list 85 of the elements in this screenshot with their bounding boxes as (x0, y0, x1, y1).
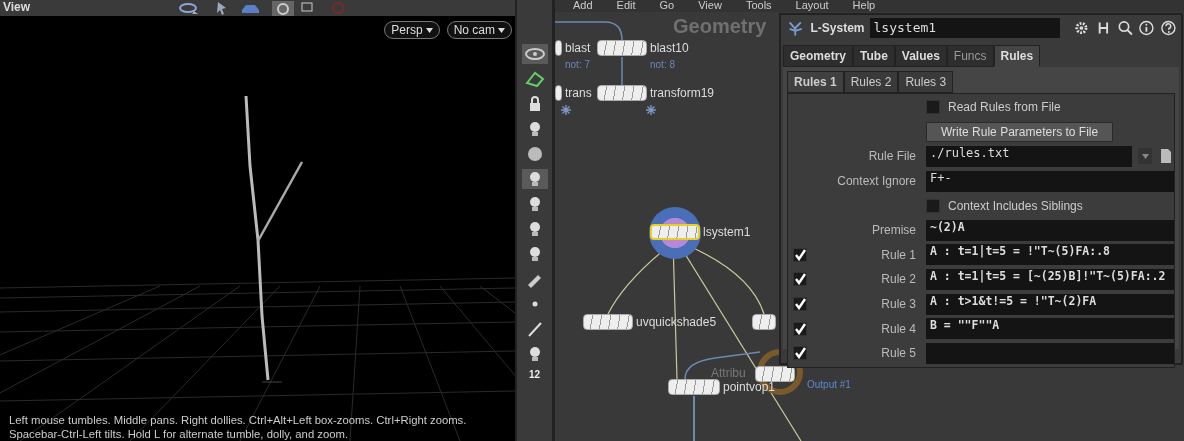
tab[interactable]: Rules 1 (787, 71, 844, 93)
count-label: 12 (528, 369, 541, 380)
checkbox[interactable] (793, 297, 807, 312)
dropdown-button[interactable] (1138, 148, 1152, 165)
checkbox-label: Context Includes Siblings (948, 198, 1083, 213)
node-label: Attribu (711, 366, 746, 380)
camera-menu[interactable]: No cam (446, 21, 512, 39)
wire (621, 56, 623, 86)
input-field[interactable]: A : t=1|t=5 = !"T~(5)FA:.8 (926, 244, 1174, 266)
input-field[interactable]: A : t>1&t!=5 = !"T~(2)FA (926, 293, 1174, 315)
tab[interactable]: Rules 3 (898, 71, 954, 93)
network-node[interactable] (597, 85, 647, 101)
node-label: transform19 (650, 86, 715, 100)
node-comment: not: 8 (650, 59, 676, 70)
checkbox[interactable] (793, 321, 807, 336)
parameter-label: Rule 3 (880, 297, 916, 312)
checkbox[interactable] (793, 346, 807, 361)
caret-icon (498, 27, 505, 33)
network-node[interactable] (755, 366, 795, 382)
parameter-label: Context Ignore (836, 174, 916, 189)
help-text: Left mouse tumbles. Middle pans. Right dollies. Ctrl+Alt+Left box-zooms. Ctrl+Right zooms. Spacebar-Ctrl-Left tilts. Hold L for alternate tumble, dolly, and zoom. (9, 413, 468, 441)
parameter-label: Rule 4 (880, 321, 916, 336)
write-button[interactable]: Write Rule Parameters to File (926, 121, 1114, 142)
checkbox-label: Read Rules from File (948, 100, 1061, 115)
parameter-label: Rule 5 (880, 346, 916, 361)
menu-item[interactable]: Edit (616, 0, 636, 12)
menu-item[interactable]: Tools (745, 0, 772, 12)
help-icon[interactable] (1160, 19, 1177, 37)
parameter-label: Rule 1 (880, 247, 916, 262)
tab[interactable]: Geometry (783, 45, 854, 67)
menu-item[interactable]: Add (573, 0, 593, 12)
output-label: Output #1 (807, 379, 851, 390)
network-editor[interactable] (552, 0, 1184, 441)
checkbox[interactable] (793, 272, 807, 287)
network-node[interactable] (752, 314, 776, 330)
network-node[interactable] (650, 224, 700, 240)
rotate-icon[interactable] (178, 1, 200, 15)
tab[interactable]: Rules (993, 45, 1041, 67)
input-field[interactable]: F+- (926, 170, 1174, 192)
file-icon[interactable] (1158, 148, 1174, 165)
network-node[interactable] (597, 40, 647, 56)
tab[interactable]: Values (894, 45, 947, 67)
node-label: pointvop1 (723, 380, 776, 394)
camera-menu[interactable]: Persp (384, 21, 440, 39)
menu-item[interactable]: Layout (795, 0, 829, 12)
menu-item[interactable]: Help (852, 0, 876, 12)
network-node[interactable] (668, 379, 720, 395)
pane-title: View (3, 0, 31, 14)
search-icon[interactable] (1116, 19, 1134, 37)
caret-icon (425, 27, 433, 33)
input-field[interactable]: A : t=1|t=5 = [~(25)B]!"T~(5)FA:.2 (926, 268, 1174, 290)
parameter-label: Rule 2 (880, 272, 916, 287)
tab[interactable]: Rules 2 (843, 71, 899, 93)
menu-item[interactable]: View (698, 0, 722, 12)
node-label: blast10 (650, 41, 689, 55)
node-comment: not: 7 (565, 59, 591, 70)
bulb-icon[interactable] (521, 169, 548, 189)
network-node[interactable] (583, 314, 633, 330)
viewport[interactable]: Persp No cam Left mouse tumbles. Middle pans. Right dollies. Ctrl+Alt+Left box-zooms. Ctrl+Right zooms. Spacebar-Ctrl-Left tilts. Hold L for alternate tumble, dolly, and zoom. (0, 16, 515, 441)
info-icon[interactable] (1138, 19, 1156, 37)
node-type: L-System (810, 21, 865, 35)
snap-icon[interactable] (272, 1, 294, 17)
wire (555, 21, 623, 41)
node-label: trans (565, 86, 592, 100)
snowflake-icon (561, 105, 571, 115)
parameter-label: Rule File (867, 149, 916, 164)
input-field[interactable] (926, 342, 1174, 364)
network-node[interactable] (555, 85, 562, 101)
node-label: lsystem1 (703, 225, 751, 239)
parameter-label: Premise (871, 223, 916, 238)
gear-icon[interactable] (1073, 19, 1090, 37)
node-name-field[interactable]: lsystem1 (869, 18, 1061, 38)
input-field[interactable]: ./rules.txt (926, 146, 1132, 167)
menu-item[interactable]: Go (659, 0, 675, 12)
snowflake-icon (646, 105, 656, 115)
node-label: blast (565, 41, 591, 55)
checkbox[interactable] (793, 247, 807, 262)
checkbox[interactable] (926, 198, 940, 213)
input-field[interactable]: B = ""F""A (926, 318, 1174, 340)
caret-icon (1141, 154, 1149, 159)
tab[interactable]: Tube (853, 45, 895, 67)
input-field[interactable]: ~(2)A (926, 219, 1174, 241)
network-node[interactable] (555, 40, 562, 56)
checkbox[interactable] (926, 100, 940, 115)
eye-icon[interactable] (521, 44, 548, 64)
